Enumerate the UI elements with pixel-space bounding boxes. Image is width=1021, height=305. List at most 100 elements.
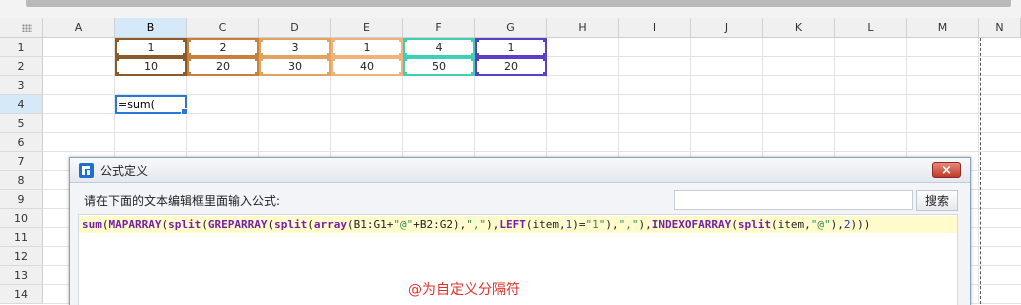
cell-value: 2 xyxy=(219,41,227,54)
close-button[interactable]: × xyxy=(932,162,961,178)
cell-value: 4 xyxy=(435,41,443,54)
range-handle[interactable] xyxy=(259,38,263,42)
app-logo-icon xyxy=(79,163,94,178)
cell-f1[interactable]: 4 xyxy=(403,38,475,57)
range-handle[interactable] xyxy=(543,38,547,42)
fill-handle[interactable] xyxy=(181,108,188,115)
column-header-a[interactable]: A xyxy=(43,18,115,38)
formula-token-fn: split xyxy=(737,218,771,231)
horizontal-scrollbar[interactable] xyxy=(26,0,1011,7)
active-cell-b4[interactable]: =sum( xyxy=(115,95,188,115)
column-header-k[interactable]: K xyxy=(763,18,835,38)
column-header-l[interactable]: L xyxy=(835,18,907,38)
formula-token-str: "@" xyxy=(810,218,831,231)
cell-value: 40 xyxy=(360,60,374,73)
row-header-10[interactable]: 10 xyxy=(0,209,43,228)
column-header-h[interactable]: H xyxy=(547,18,619,38)
cell-c2[interactable]: 20 xyxy=(187,57,259,76)
range-handle[interactable] xyxy=(115,38,119,42)
function-search-input[interactable] xyxy=(674,190,913,210)
cell-value: 20 xyxy=(216,60,230,73)
column-header-b[interactable]: B xyxy=(115,18,187,38)
cell-g1[interactable]: 1 xyxy=(475,38,547,57)
column-header-m[interactable]: M xyxy=(907,18,979,38)
row-header-13[interactable]: 13 xyxy=(0,266,43,285)
column-header-i[interactable]: I xyxy=(619,18,691,38)
column-header-g[interactable]: G xyxy=(475,18,547,38)
row-header-1[interactable]: 1 xyxy=(0,38,43,57)
range-handle[interactable] xyxy=(475,38,479,42)
cell-value: 10 xyxy=(144,60,158,73)
row-header-11[interactable]: 11 xyxy=(0,228,43,247)
search-button[interactable]: 搜索 xyxy=(916,190,958,211)
range-handle[interactable] xyxy=(543,57,547,61)
row-gridline xyxy=(43,132,1021,133)
cell-d2[interactable]: 30 xyxy=(259,57,331,76)
column-header-e[interactable]: E xyxy=(331,18,403,38)
formula-token-pun: , xyxy=(558,218,566,231)
formula-token-pun: ))) xyxy=(850,218,871,231)
range-handle[interactable] xyxy=(331,57,335,61)
separator-annotation: @为自定义分隔符 xyxy=(408,282,520,298)
cell-value: 1 xyxy=(147,41,155,54)
cell-value: 50 xyxy=(432,60,446,73)
range-handle[interactable] xyxy=(187,38,191,42)
cell-g2[interactable]: 20 xyxy=(475,57,547,76)
formula-token-pun: ( xyxy=(307,218,314,231)
cell-f2[interactable]: 50 xyxy=(403,57,475,76)
row-header-12[interactable]: 12 xyxy=(0,247,43,266)
select-all-corner[interactable] xyxy=(0,18,43,38)
row-header-2[interactable]: 2 xyxy=(0,57,43,76)
row-header-5[interactable]: 5 xyxy=(0,114,43,133)
formula-token-pun: + xyxy=(413,218,420,231)
range-handle[interactable] xyxy=(259,72,263,76)
row-header-14[interactable]: 14 xyxy=(0,285,43,304)
range-handle[interactable] xyxy=(403,57,407,61)
formula-token-ref: item xyxy=(532,218,559,231)
formula-token-pun: ( xyxy=(731,218,738,231)
column-header-c[interactable]: C xyxy=(187,18,259,38)
range-handle[interactable] xyxy=(475,72,479,76)
formula-code-line[interactable]: sum(MAPARRAY(split(GREPARRAY(split(array… xyxy=(79,216,957,233)
range-handle[interactable] xyxy=(259,57,263,61)
range-handle[interactable] xyxy=(403,38,407,42)
column-header-d[interactable]: D xyxy=(259,18,331,38)
row-header-4[interactable]: 4 xyxy=(0,95,43,114)
cell-b1[interactable]: 1 xyxy=(115,38,187,57)
column-header-n[interactable]: N xyxy=(979,18,1021,38)
range-handle[interactable] xyxy=(543,72,547,76)
cell-e1[interactable]: 1 xyxy=(331,38,403,57)
row-header-6[interactable]: 6 xyxy=(0,133,43,152)
row-header-3[interactable]: 3 xyxy=(0,76,43,95)
row-header-9[interactable]: 9 xyxy=(0,190,43,209)
range-handle[interactable] xyxy=(475,57,479,61)
range-handle[interactable] xyxy=(331,38,335,42)
range-handle[interactable] xyxy=(331,72,335,76)
range-handle[interactable] xyxy=(187,72,191,76)
formula-token-fn: LEFT xyxy=(499,218,526,231)
formula-token-str: "," xyxy=(618,218,639,231)
formula-token-pun: ( xyxy=(346,218,354,231)
row-header-7[interactable]: 7 xyxy=(0,152,43,171)
cell-b2[interactable]: 10 xyxy=(115,57,187,76)
formula-token-str: "1" xyxy=(585,218,606,231)
cell-c1[interactable]: 2 xyxy=(187,38,259,57)
range-handle[interactable] xyxy=(403,72,407,76)
formula-token-pun: ( xyxy=(101,218,109,231)
formula-token-fn: INDEXOFARRAY xyxy=(651,218,732,231)
range-handle[interactable] xyxy=(115,57,119,61)
formula-token-pun: ), xyxy=(638,218,652,231)
range-handle[interactable] xyxy=(115,72,119,76)
cell-e2[interactable]: 40 xyxy=(331,57,403,76)
range-handle[interactable] xyxy=(187,57,191,61)
column-header-f[interactable]: F xyxy=(403,18,475,38)
dialog-title-bar[interactable]: 公式定义 × xyxy=(70,158,970,183)
top-toolbar-strip xyxy=(0,0,1021,18)
cell-value: 1 xyxy=(363,41,371,54)
cell-d1[interactable]: 3 xyxy=(259,38,331,57)
page-break-line xyxy=(980,38,981,304)
row-header-8[interactable]: 8 xyxy=(0,171,43,190)
formula-token-fn: GREPARRAY xyxy=(207,218,268,231)
row-gridline xyxy=(43,94,1021,95)
column-header-j[interactable]: J xyxy=(691,18,763,38)
